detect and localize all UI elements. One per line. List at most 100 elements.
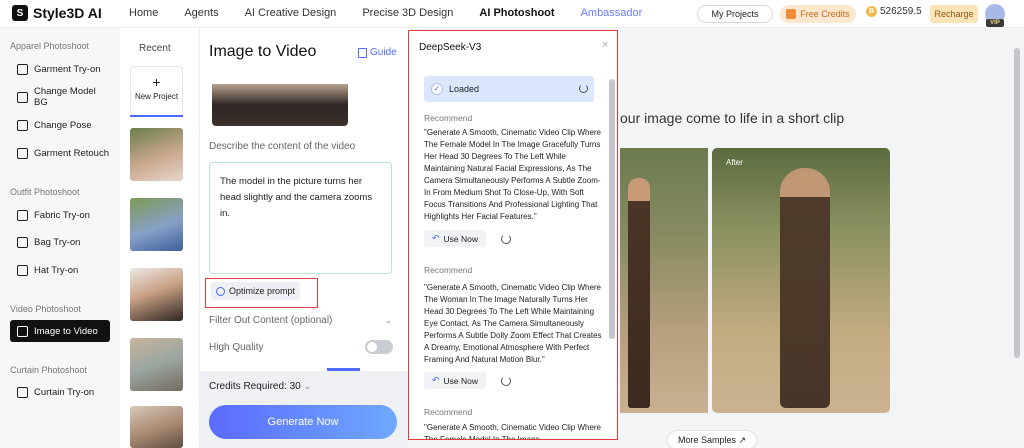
image-to-video-form: Image to Video Guide Describe the conten… [200,28,408,448]
deepseek-panel: DeepSeek-V3 × ✓ Loaded Recommend "Genera… [408,30,618,440]
video-icon [17,325,28,337]
guide-link[interactable]: Guide [358,47,397,58]
pose-icon [17,119,28,131]
logo[interactable]: S Style3D AI [12,5,102,21]
recent-thumbnail[interactable] [130,268,183,321]
use-now-label: Use Now [443,375,479,386]
use-now-label: Use Now [443,233,479,244]
chevron-down-icon: ⌄ [384,315,392,325]
section-curtain-photoshoot: Curtain Photoshoot [10,365,88,375]
new-project-label: New Project [134,92,179,101]
nav-agents[interactable]: Agents [184,7,218,19]
top-bar: S Style3D AI Home Agents AI Creative Des… [0,0,1024,28]
recent-thumbnail[interactable] [130,198,183,251]
active-indicator [130,115,183,117]
scrollbar[interactable] [609,79,615,339]
showcase: our image come to life in a short clip A… [620,28,1024,448]
check-icon: ✓ [431,83,443,95]
sidebar-item-image-to-video[interactable]: Image to Video [10,320,110,342]
sidebar-item-label: Curtain Try-on [34,386,95,398]
sidebar-item-hat-try-on[interactable]: Hat Try-on [10,259,110,281]
recommend-label: Recommend [424,407,473,417]
credits-required-label: Credits Required: 30 [209,381,301,392]
prompt-textarea[interactable]: The model in the picture turns her head … [209,162,392,274]
gift-icon [786,9,797,19]
nav-ambassador[interactable]: Ambassador [581,7,643,19]
free-credits-button[interactable]: Free Credits [780,5,856,23]
sidebar-item-label: Garment Try-on [34,63,101,75]
free-credits-label: Free Credits [800,9,850,19]
status-bar: ✓ Loaded [424,76,594,102]
filter-out-content-dropdown[interactable]: Filter Out Content (optional) ⌄ [209,315,392,326]
recommend-label: Recommend [424,113,473,123]
sidebar-item-change-model-bg[interactable]: Change Model BG [10,86,110,108]
guide-label: Guide [370,47,397,58]
sidebar-item-fabric-try-on[interactable]: Fabric Try-on [10,204,110,226]
optimize-prompt-button[interactable]: Optimize prompt [211,282,301,300]
nav-ai-creative-design[interactable]: AI Creative Design [245,7,337,19]
my-projects-button[interactable]: My Projects [697,5,773,23]
use-now-button[interactable]: ↶ Use Now [424,372,486,389]
panel-title: DeepSeek-V3 [419,42,482,53]
recent-thumbnail[interactable] [130,338,183,391]
credit-balance: B 526259.5 [866,6,922,17]
new-project-button[interactable]: + New Project [130,66,183,116]
vip-badge: VIP [986,19,1004,27]
curtain-icon [17,386,28,398]
logo-text: Style3D AI [33,5,102,21]
sidebar-item-change-pose[interactable]: Change Pose [10,114,110,136]
nav-ai-photoshoot[interactable]: AI Photoshoot [479,7,554,19]
refresh-icon[interactable] [579,84,588,93]
showcase-heading: our image come to life in a short clip [620,110,845,126]
section-video-photoshoot: Video Photoshoot [10,304,81,314]
fabric-icon [17,209,28,221]
describe-label: Describe the content of the video [209,141,356,152]
recent-panel: Recent + New Project [120,28,200,448]
sidebar-item-label: Garment Retouch [34,147,109,159]
filter-label: Filter Out Content (optional) [209,315,333,326]
optimize-label: Optimize prompt [229,286,296,296]
more-samples-label: More Samples [677,435,736,445]
nav-home[interactable]: Home [129,7,158,19]
scrollbar[interactable] [1014,48,1020,358]
uploaded-image-preview[interactable] [212,84,348,126]
bag-icon [17,236,28,248]
plus-icon: + [152,74,161,90]
nav-precise-3d-design[interactable]: Precise 3D Design [362,7,453,19]
recent-title: Recent [139,43,171,54]
retouch-icon [17,147,28,159]
generate-now-button[interactable]: Generate Now [209,405,397,439]
recommendation-text: "Generate A Smooth, Cinematic Video Clip… [424,423,602,440]
tab-indicator [327,368,360,371]
arrow-icon: ↶ [431,375,440,385]
sidebar-item-bag-try-on[interactable]: Bag Try-on [10,231,110,253]
hat-icon [17,264,28,276]
book-icon [358,47,367,58]
sidebar-item-garment-try-on[interactable]: Garment Try-on [10,58,110,80]
sidebar-item-garment-retouch[interactable]: Garment Retouch [10,142,110,164]
sidebar-item-label: Change Pose [34,119,92,131]
logo-icon: S [12,5,28,21]
recharge-button[interactable]: Recharge [930,5,978,23]
refresh-icon[interactable] [501,376,511,386]
refresh-icon[interactable] [501,234,511,244]
sidebar-item-curtain-try-on[interactable]: Curtain Try-on [10,381,110,403]
credits-required[interactable]: Credits Required: 30 ⌄ [209,381,311,392]
recent-thumbnail[interactable] [130,406,183,448]
after-label: After [726,158,743,167]
model-figure [780,168,830,408]
main-nav: Home Agents AI Creative Design Precise 3… [129,7,668,19]
toggle-knob [367,342,377,352]
sidebar-item-label: Change Model BG [34,86,96,108]
sidebar: Apparel Photoshoot Garment Try-on Change… [0,28,120,448]
recommendation-text: "Generate A Smooth, Cinematic Video Clip… [424,128,602,221]
arrow-icon: ↶ [431,233,440,243]
status-text: Loaded [449,84,480,94]
sidebar-item-label: Hat Try-on [34,264,79,276]
more-samples-button[interactable]: More Samples ↗ [667,430,757,448]
arrow-up-right-icon: ↗ [738,435,747,445]
high-quality-label: High Quality [209,342,264,353]
use-now-button[interactable]: ↶ Use Now [424,230,486,247]
recent-thumbnail[interactable] [130,128,183,181]
close-icon[interactable]: × [602,39,608,51]
